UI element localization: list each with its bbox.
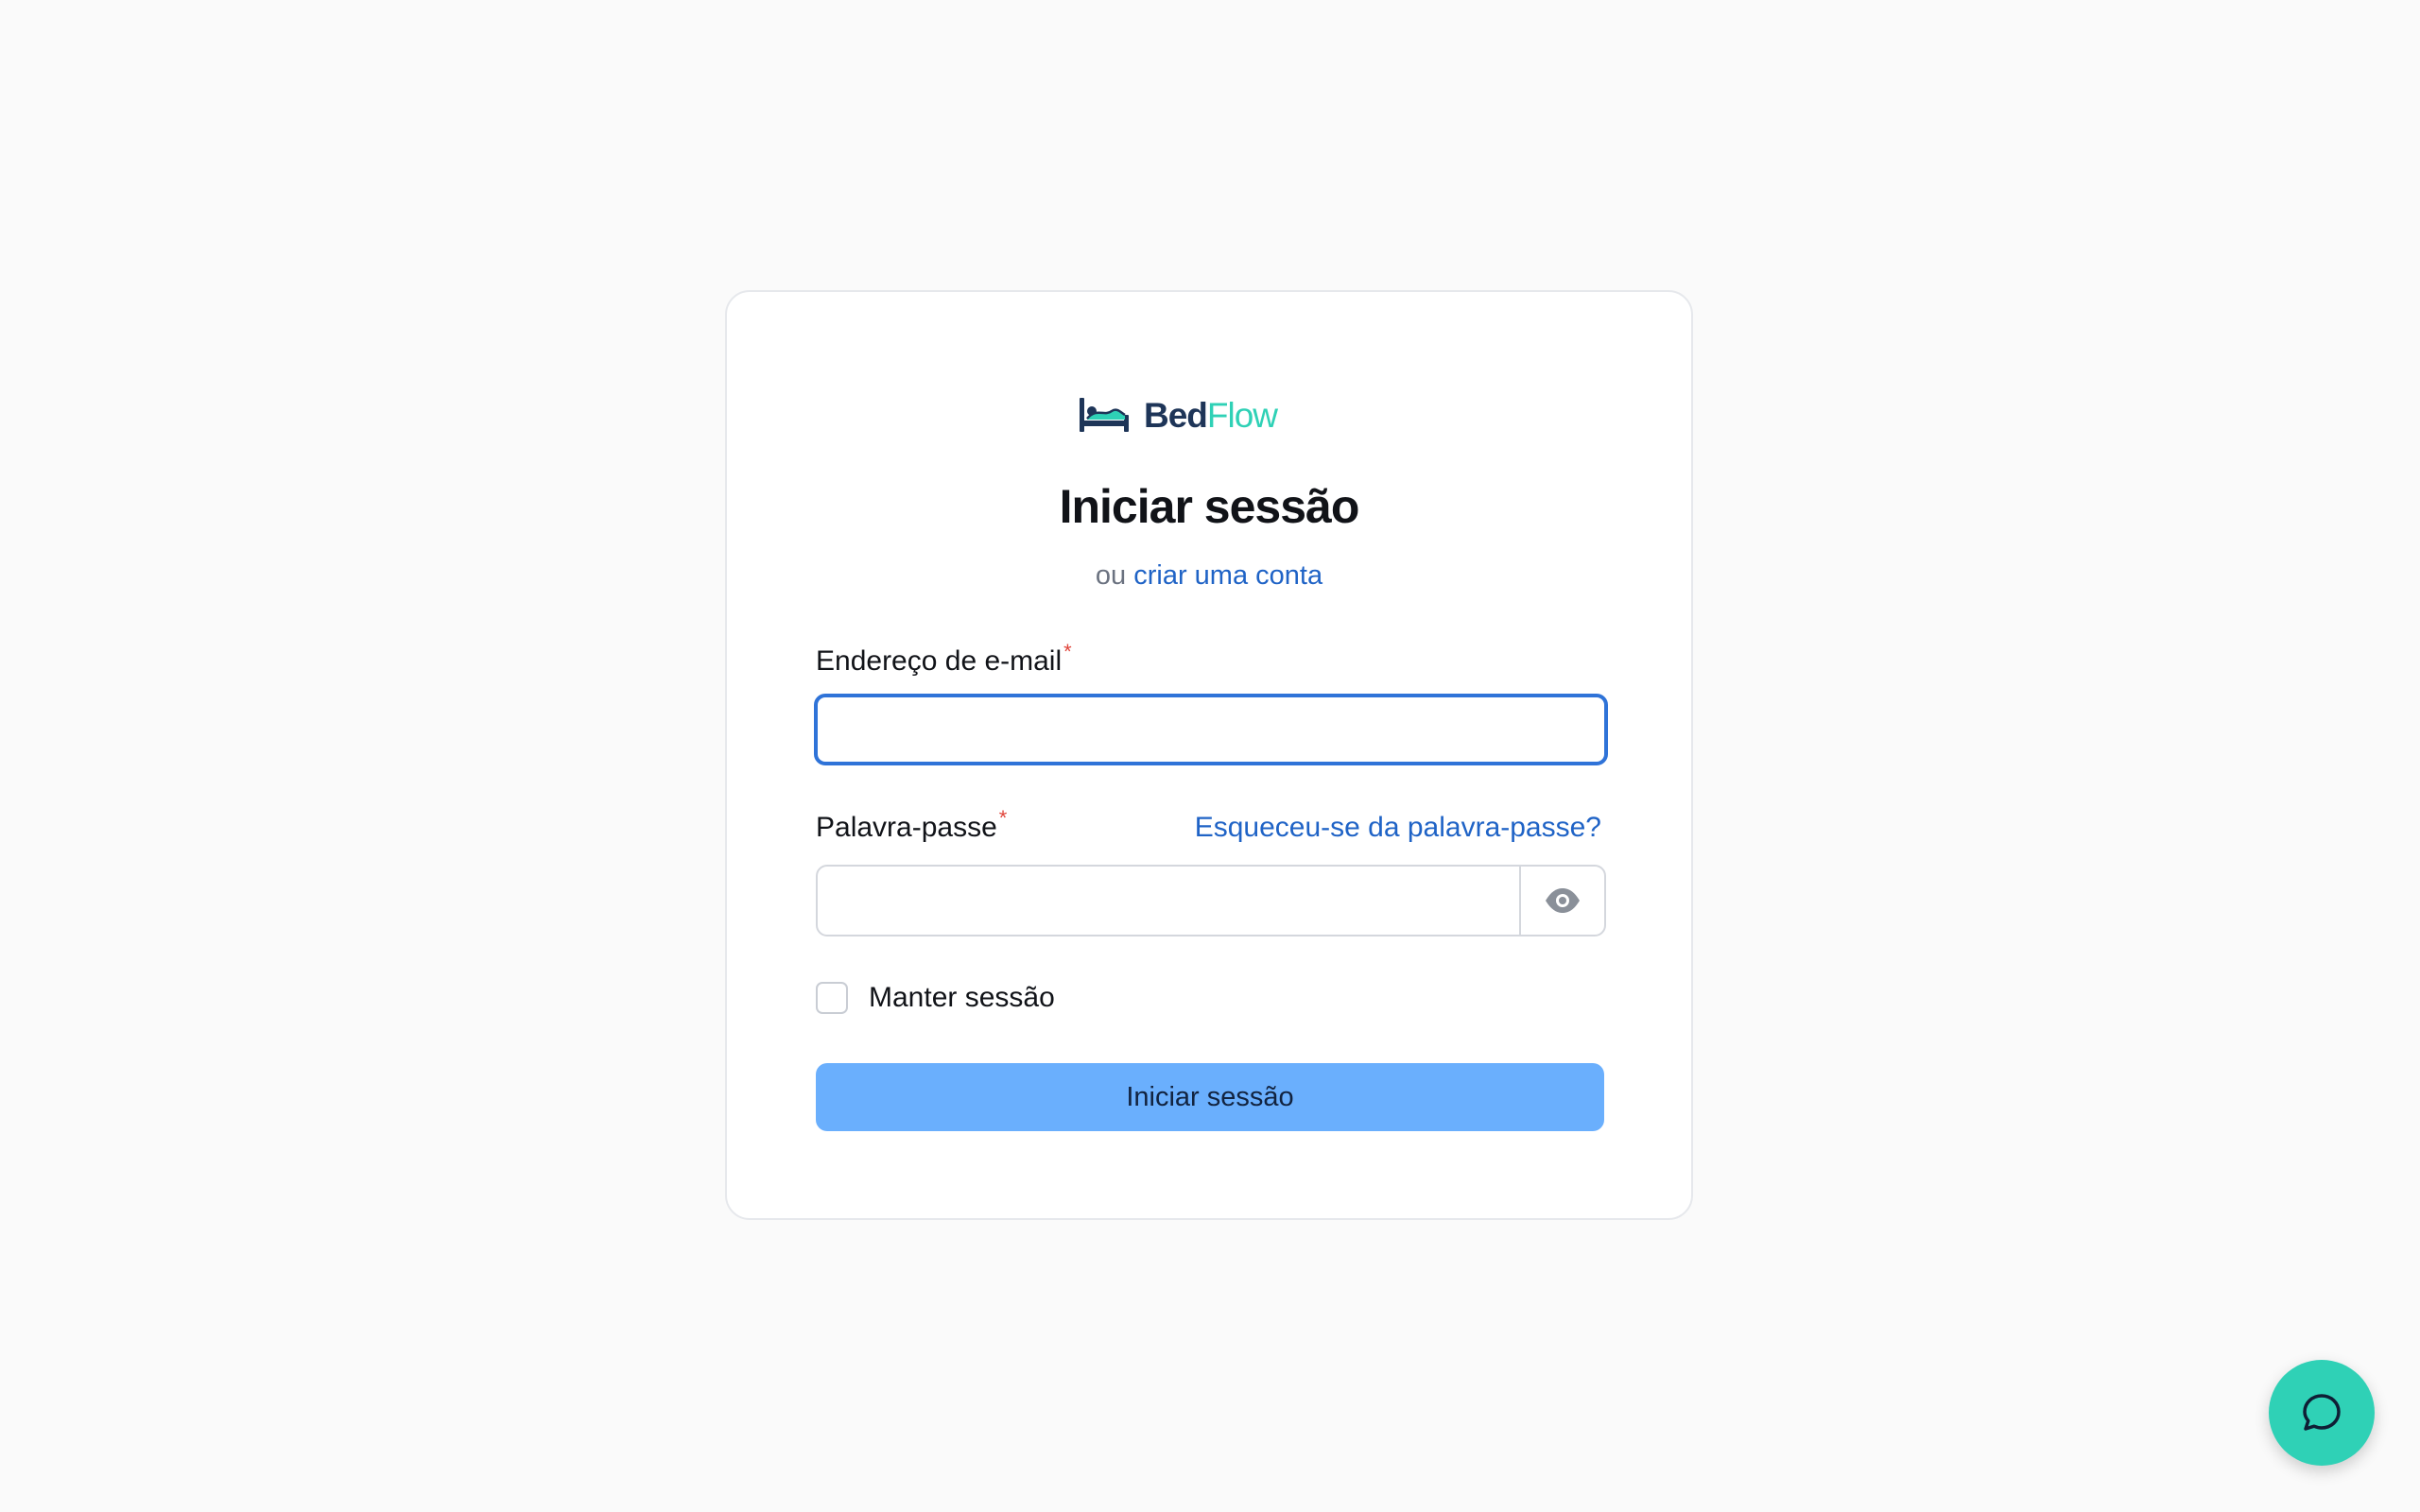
login-submit-button[interactable]: Iniciar sessão [816,1063,1604,1131]
brand-name-part2: Flow [1206,395,1278,435]
email-label-text: Endereço de e-mail [816,645,1063,677]
remember-label: Manter sessão [869,982,1055,1013]
forgot-password-link[interactable]: Esqueceu-se da palavra-passe? [1195,812,1601,844]
subtitle-prefix: ou [1095,560,1127,591]
password-field-wrapper [816,865,1606,936]
remember-me[interactable]: Manter sessão [816,982,1055,1014]
chat-bubble-icon [2303,1394,2341,1431]
required-marker: * [1063,640,1072,663]
login-card: BedFlow Iniciar sessão ou criar uma cont… [725,290,1693,1220]
subtitle: ou criar uma conta [727,560,1691,592]
eye-icon [1546,888,1580,913]
required-marker: * [998,806,1008,830]
password-label-text: Palavra-passe [816,812,997,843]
email-field[interactable] [814,694,1608,765]
brand-name: BedFlow [1144,395,1278,435]
page-title: Iniciar sessão [1059,480,1360,533]
create-account-link[interactable]: criar uma conta [1133,560,1322,591]
brand-logo: BedFlow [1078,392,1278,438]
password-field[interactable] [818,867,1519,935]
password-label: Palavra-passe* [816,806,1007,844]
brand-name-part1: Bed [1144,395,1208,435]
chat-button[interactable] [2269,1360,2375,1466]
bed-icon [1080,398,1129,432]
show-password-button[interactable] [1519,867,1604,935]
email-label: Endereço de e-mail* [816,640,1072,678]
remember-checkbox[interactable] [816,982,848,1014]
